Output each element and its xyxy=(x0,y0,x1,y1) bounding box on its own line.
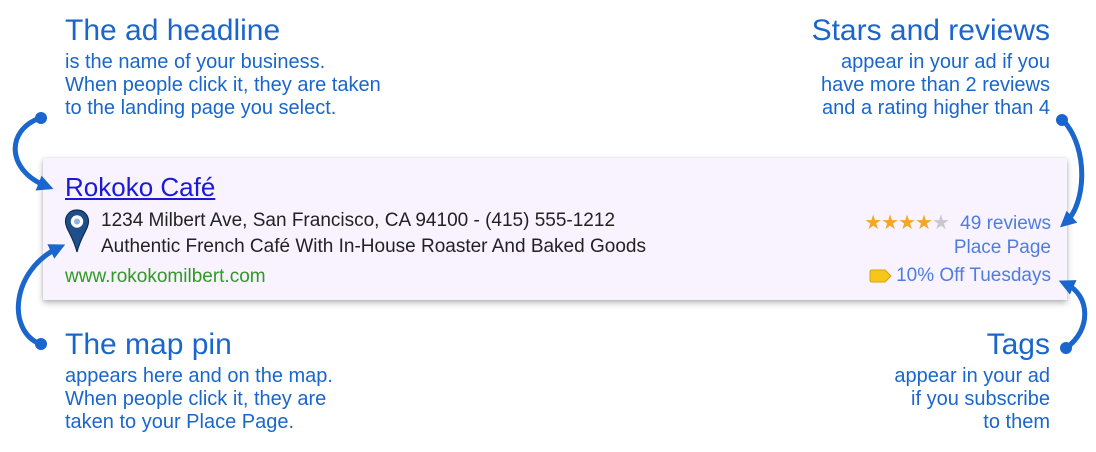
star-icon: ★ xyxy=(931,212,950,234)
annotation-text: taken to your Place Page. xyxy=(65,410,295,433)
tag-link[interactable]: 10% Off Tuesdays xyxy=(868,265,1051,287)
annotation-tags: Tags appear in your ad if you subscribe … xyxy=(894,328,1050,434)
arrow-dot xyxy=(35,338,47,350)
annotation-heading: The map pin xyxy=(65,328,232,361)
annotation-heading: Stars and reviews xyxy=(811,14,1050,47)
annotation-text: appear in your ad xyxy=(894,364,1050,387)
annotation-text: if you subscribe xyxy=(911,387,1050,410)
rating-row: ★★★★★ 49 reviews xyxy=(864,210,1051,235)
annotation-text: to them xyxy=(983,410,1050,433)
annotation-heading: The ad headline xyxy=(65,14,281,47)
place-page-link[interactable]: Place Page xyxy=(954,237,1051,259)
ad-address: 1234 Milbert Ave, San Francisco, CA 9410… xyxy=(101,210,616,231)
reviews-link[interactable]: 49 reviews xyxy=(960,213,1051,234)
annotation-text: to the landing page you select. xyxy=(65,96,337,119)
ad-display-url[interactable]: www.rokokomilbert.com xyxy=(65,266,266,288)
arrow-to-tags xyxy=(1058,280,1088,351)
tag-icon xyxy=(869,269,892,283)
annotation-heading: Tags xyxy=(986,328,1050,361)
map-pin-icon[interactable] xyxy=(64,209,90,253)
annotation-text: appears here and on the map. xyxy=(65,364,333,387)
ad-description: Authentic French Café With In-House Roas… xyxy=(101,236,646,257)
annotation-text: When people click it, they are taken xyxy=(65,73,381,96)
arrow-dot xyxy=(35,112,47,124)
ad-headline-link[interactable]: Rokoko Café xyxy=(65,172,215,203)
arrow-to-headline xyxy=(12,115,54,191)
annotation-stars-reviews: Stars and reviews appear in your ad if y… xyxy=(812,14,1050,120)
star-icon: ★ xyxy=(915,212,933,234)
annotation-ad-headline: The ad headline is the name of your busi… xyxy=(65,14,381,120)
ad-listing: Rokoko Café 1234 Milbert Ave, San Franci… xyxy=(43,158,1067,300)
arrow-dot xyxy=(1056,114,1068,126)
annotation-text: When people click it, they are xyxy=(65,387,327,410)
star-icon: ★ xyxy=(864,212,882,234)
arrow-dot xyxy=(1060,342,1072,354)
annotation-text: is the name of your business. xyxy=(65,50,326,73)
star-icon: ★ xyxy=(898,212,916,234)
annotation-text: and a rating higher than 4 xyxy=(822,96,1050,119)
annotation-map-pin: The map pin appears here and on the map.… xyxy=(65,328,333,434)
star-icon: ★ xyxy=(881,212,899,234)
annotation-text: appear in your ad if you xyxy=(840,50,1050,73)
star-rating: ★★★★★ xyxy=(864,212,950,234)
annotation-text: have more than 2 reviews xyxy=(820,73,1050,96)
tag-label: 10% Off Tuesdays xyxy=(896,265,1051,286)
